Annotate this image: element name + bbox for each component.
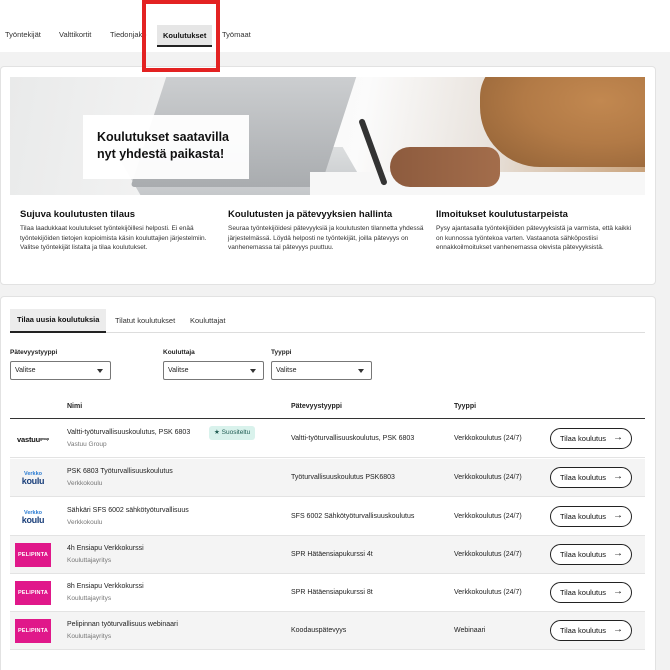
order-course-button[interactable]: Tilaa koulutus → bbox=[550, 506, 632, 527]
hero-title-box: Koulutukset saatavilla nyt yhdestä paika… bbox=[83, 115, 249, 179]
arrow-right-icon: → bbox=[613, 432, 623, 443]
filter-competence-select[interactable]: Valitse bbox=[10, 361, 111, 380]
tab-tiedonjako[interactable]: Tiedonjako bbox=[110, 30, 146, 39]
feature-notifications: Ilmoitukset koulutustarpeista Pysy ajant… bbox=[436, 209, 634, 253]
course-provider: Vastuu Group bbox=[67, 441, 107, 448]
course-provider: Kouluttajayritys bbox=[67, 557, 112, 564]
course-type: Verkkokoulutus (24/7) bbox=[454, 513, 522, 520]
feature-title: Koulutusten ja pätevyyksien hallinta bbox=[228, 209, 393, 220]
course-competence: Työturvallisuuskoulutus PSK6803 bbox=[291, 474, 395, 481]
course-type: Verkkokoulutus (24/7) bbox=[454, 589, 522, 596]
filter-label-competence: Pätevyystyyppi bbox=[10, 349, 58, 356]
course-name: Valtti-työturvallisuuskoulutus, PSK 6803 bbox=[67, 429, 191, 436]
courses-card: Tilaa uusia koulutuksia Tilatut koulutuk… bbox=[0, 296, 656, 670]
feature-title: Ilmoitukset koulutustarpeista bbox=[436, 209, 568, 220]
arrow-right-icon: → bbox=[613, 510, 623, 521]
arrow-right-icon: → bbox=[613, 624, 623, 635]
feature-text: Seuraa työntekijöidesi pätevyyksiä ja ko… bbox=[228, 225, 424, 251]
filter-type-select[interactable]: Valitse bbox=[271, 361, 372, 380]
verkkokoulu-logo: Verkko koulu bbox=[21, 470, 45, 486]
pelipinta-logo: PELIPINTA bbox=[15, 619, 51, 643]
top-navigation: Työntekijät Valttikortit Tiedonjako Koul… bbox=[0, 0, 670, 52]
column-header-competence: Pätevyystyyppi bbox=[291, 403, 342, 410]
feature-title: Sujuva koulutusten tilaus bbox=[20, 209, 136, 220]
arrow-right-icon: → bbox=[613, 548, 623, 559]
column-header-type: Tyyppi bbox=[454, 403, 477, 410]
recommended-badge: ★ Suositeltu bbox=[209, 426, 256, 440]
select-value: Valitse bbox=[15, 367, 36, 374]
course-type: Verkkokoulutus (24/7) bbox=[454, 474, 522, 481]
course-name: PSK 6803 Työturvallisuuskoulutus bbox=[67, 468, 173, 475]
table-row: PELIPINTA Pelipinnan työturvallisuus web… bbox=[10, 612, 645, 650]
chevron-down-icon bbox=[97, 369, 103, 373]
pelipinta-logo: PELIPINTA bbox=[15, 543, 51, 567]
hero-title-line1: Koulutukset saatavilla bbox=[97, 130, 229, 144]
filter-label-trainer: Kouluttaja bbox=[163, 349, 195, 356]
arrow-right-icon: → bbox=[613, 471, 623, 482]
select-value: Valitse bbox=[168, 367, 189, 374]
order-course-button[interactable]: Tilaa koulutus → bbox=[550, 467, 632, 488]
course-name: Sähkäri SFS 6002 sähkötyöturvallisuus bbox=[67, 507, 189, 514]
table-row: Verkko koulu Sähkäri SFS 6002 sähkötyötur… bbox=[10, 498, 645, 536]
table-row: PELIPINTA 8h Ensiapu Verkkokurssi Koulut… bbox=[10, 574, 645, 612]
chevron-down-icon bbox=[250, 369, 256, 373]
order-course-button[interactable]: Tilaa koulutus → bbox=[550, 620, 632, 641]
course-competence: SPR Hätäensiapukurssi 8t bbox=[291, 589, 373, 596]
vastuu-group-logo: vastuu group bbox=[17, 434, 49, 444]
feature-management: Koulutusten ja pätevyyksien hallinta Seu… bbox=[228, 209, 426, 253]
arrow-right-icon: → bbox=[613, 586, 623, 597]
course-type: Verkkokoulutus (24/7) bbox=[454, 551, 522, 558]
tab-valttikortit[interactable]: Valttikortit bbox=[59, 30, 91, 39]
tab-trainers[interactable]: Kouluttajat bbox=[190, 316, 225, 325]
course-provider: Verkkokoulu bbox=[67, 519, 103, 526]
course-competence: SPR Hätäensiapukurssi 4t bbox=[291, 551, 373, 558]
order-course-button[interactable]: Tilaa koulutus → bbox=[550, 428, 632, 449]
table-header: Nimi Pätevyystyyppi Tyyppi bbox=[10, 397, 645, 419]
feature-text: Pysy ajantasalla työntekijöiden pätevyyk… bbox=[436, 225, 632, 251]
course-provider: Kouluttajayritys bbox=[67, 633, 112, 640]
highlight-annotation bbox=[142, 0, 220, 72]
select-value: Valitse bbox=[276, 367, 297, 374]
course-name: Pelipinnan työturvallisuus webinaari bbox=[67, 621, 178, 628]
course-provider: Kouluttajayritys bbox=[67, 595, 112, 602]
course-name: 4h Ensiapu Verkkokurssi bbox=[67, 545, 144, 552]
filter-label-type: Tyyppi bbox=[271, 349, 292, 356]
hero-image: Koulutukset saatavilla nyt yhdestä paika… bbox=[10, 77, 645, 195]
feature-ordering: Sujuva koulutusten tilaus Tilaa laadukka… bbox=[20, 209, 218, 253]
order-course-button[interactable]: Tilaa koulutus → bbox=[550, 582, 632, 603]
feature-text: Tilaa laadukkaat koulutukset työntekijöi… bbox=[20, 225, 207, 251]
order-course-button[interactable]: Tilaa koulutus → bbox=[550, 544, 632, 565]
table-row: vastuu group Valtti-työturvallisuuskoulut… bbox=[10, 420, 645, 458]
pelipinta-logo: PELIPINTA bbox=[15, 581, 51, 605]
verkkokoulu-logo: Verkko koulu bbox=[21, 509, 45, 525]
filter-trainer-select[interactable]: Valitse bbox=[163, 361, 264, 380]
hero-title-line2: nyt yhdestä paikasta! bbox=[97, 147, 225, 161]
tab-tyontekijat[interactable]: Työntekijät bbox=[5, 30, 41, 39]
course-name: 8h Ensiapu Verkkokurssi bbox=[67, 583, 144, 590]
tab-order-new[interactable]: Tilaa uusia koulutuksia bbox=[10, 309, 107, 333]
chevron-down-icon bbox=[358, 369, 364, 373]
course-competence: Valtti-työturvallisuuskoulutus, PSK 6803 bbox=[291, 435, 415, 442]
course-provider: Verkkokoulu bbox=[67, 480, 103, 487]
table-row: Verkko koulu PSK 6803 Työturvallisuuskoul… bbox=[10, 459, 645, 497]
intro-card: Koulutukset saatavilla nyt yhdestä paika… bbox=[0, 66, 656, 285]
table-row: PELIPINTA 4h Ensiapu Verkkokurssi Koulut… bbox=[10, 536, 645, 574]
course-type: Verkkokoulutus (24/7) bbox=[454, 435, 522, 442]
course-type: Webinaari bbox=[454, 627, 486, 634]
tab-ordered[interactable]: Tilatut koulutukset bbox=[115, 316, 175, 325]
sub-tabs: Tilaa uusia koulutuksia Tilatut koulutuk… bbox=[10, 309, 645, 333]
tab-tyomaat[interactable]: Työmaat bbox=[222, 30, 251, 39]
course-competence: Koodauspätevyys bbox=[291, 627, 347, 634]
column-header-name: Nimi bbox=[67, 403, 83, 410]
course-competence: SFS 6002 Sähkötyöturvallisuuskoulutus bbox=[291, 513, 415, 520]
